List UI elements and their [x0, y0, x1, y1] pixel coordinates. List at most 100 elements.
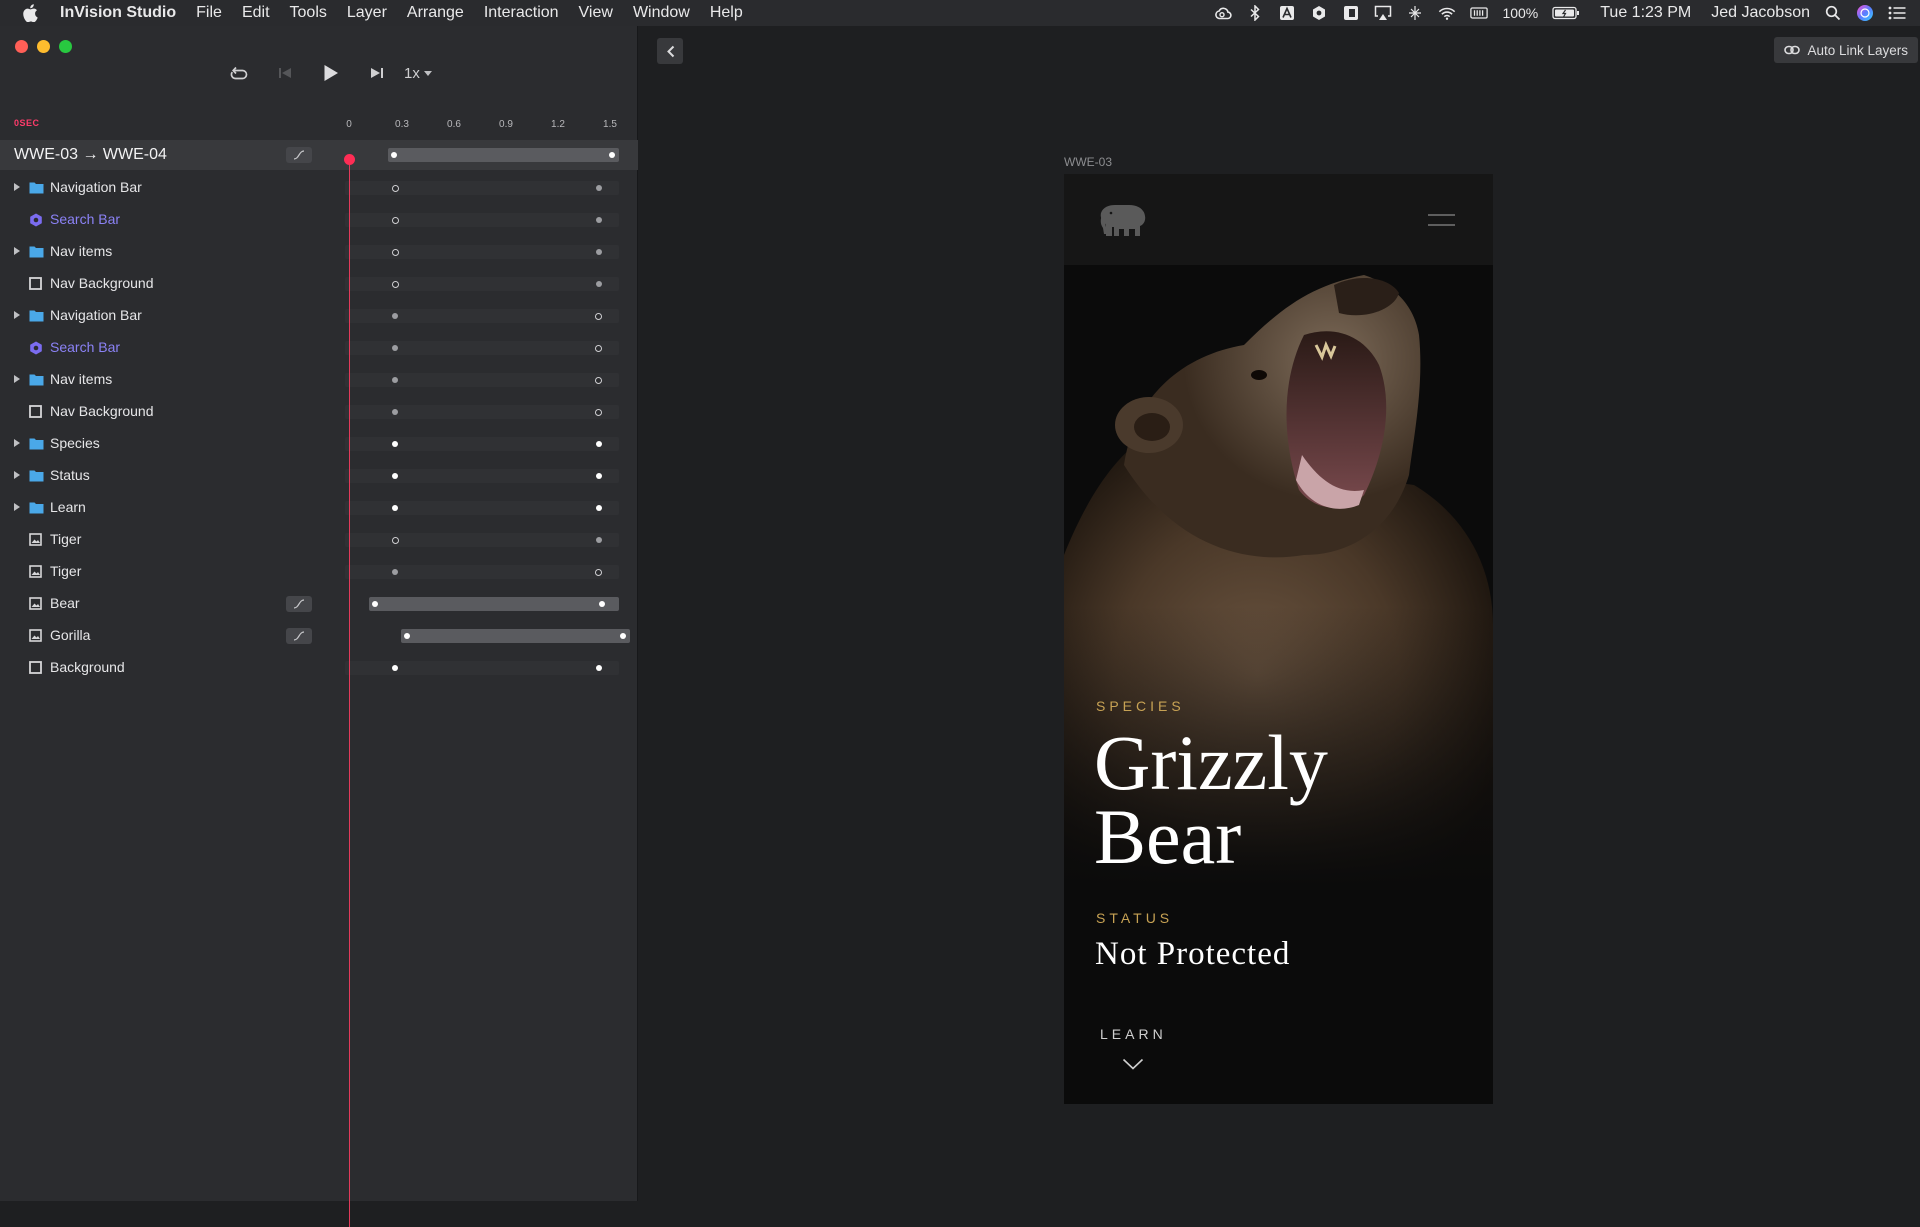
menu-view[interactable]: View	[569, 4, 623, 22]
layer-animation-track[interactable]	[345, 309, 619, 323]
keyframe-start[interactable]	[372, 601, 378, 607]
transition-duration-bar[interactable]	[388, 148, 619, 162]
wifi-icon[interactable]	[1438, 5, 1456, 21]
siri-icon[interactable]	[1856, 5, 1874, 21]
keyframe-start[interactable]	[392, 441, 398, 447]
easing-curve-button[interactable]	[286, 596, 312, 612]
keyframe-start[interactable]	[391, 152, 397, 158]
keyframe-end[interactable]	[596, 281, 602, 287]
auto-link-layers-button[interactable]: Auto Link Layers	[1774, 37, 1918, 63]
collapse-panel-button[interactable]	[657, 38, 683, 64]
disclosure-triangle-icon[interactable]	[14, 247, 20, 255]
transition-header[interactable]: WWE-03 → WWE-04	[0, 140, 638, 170]
keyframe-start[interactable]	[392, 409, 398, 415]
layer-row[interactable]: Learn	[0, 492, 345, 524]
zoom-window-button[interactable]	[59, 40, 72, 53]
layer-row[interactable]: Tiger	[0, 556, 345, 588]
layer-row[interactable]: Search Bar	[0, 332, 345, 364]
skip-forward-button[interactable]	[354, 62, 400, 84]
keyframe-end[interactable]	[596, 185, 602, 191]
apple-menu-icon[interactable]	[0, 4, 60, 22]
keyframe-start[interactable]	[392, 313, 398, 319]
layer-animation-track[interactable]	[345, 373, 619, 387]
layer-row[interactable]: Nav items	[0, 364, 345, 396]
layer-row[interactable]: Navigation Bar	[0, 300, 345, 332]
artboard-wwe-03[interactable]: SPECIES Grizzly Bear STATUS Not Protecte…	[1064, 174, 1493, 1104]
minimize-window-button[interactable]	[37, 40, 50, 53]
layer-animation-track[interactable]	[345, 501, 619, 515]
layer-animation-track[interactable]	[345, 565, 619, 579]
close-window-button[interactable]	[15, 40, 28, 53]
adobe-icon[interactable]	[1278, 5, 1296, 21]
layer-animation-track[interactable]	[369, 597, 619, 611]
keyframe-start[interactable]	[392, 184, 399, 192]
layer-row[interactable]: Nav Background	[0, 268, 345, 300]
skip-back-button[interactable]	[262, 62, 308, 84]
keyframe-start[interactable]	[392, 569, 398, 575]
notification-center-icon[interactable]	[1888, 5, 1906, 21]
layer-animation-track[interactable]	[345, 469, 619, 483]
loop-button[interactable]	[216, 62, 262, 84]
layer-animation-track[interactable]	[345, 341, 619, 355]
playhead-handle[interactable]	[344, 154, 355, 165]
menu-interaction[interactable]: Interaction	[474, 4, 569, 22]
disclosure-triangle-icon[interactable]	[14, 439, 20, 447]
keyframe-start[interactable]	[392, 665, 398, 671]
menu-tools[interactable]: Tools	[280, 4, 337, 22]
playhead-line[interactable]	[349, 158, 350, 1227]
easing-curve-button[interactable]	[286, 147, 312, 163]
layer-animation-track[interactable]	[345, 245, 619, 259]
keyframe-end[interactable]	[620, 633, 626, 639]
user-name[interactable]: Jed Jacobson	[1711, 4, 1810, 22]
keyframe-start[interactable]	[392, 345, 398, 351]
layer-animation-track[interactable]	[345, 661, 619, 675]
keyframe-end[interactable]	[596, 665, 602, 671]
layer-animation-track[interactable]	[345, 213, 619, 227]
layer-row[interactable]: Nav Background	[0, 396, 345, 428]
menu-window[interactable]: Window	[623, 4, 700, 22]
menu-edit[interactable]: Edit	[232, 4, 280, 22]
network-icon[interactable]	[1406, 5, 1424, 21]
keyframe-end[interactable]	[596, 249, 602, 255]
disclosure-triangle-icon[interactable]	[14, 183, 20, 191]
layer-row[interactable]: Navigation Bar	[0, 172, 345, 204]
keyframe-end[interactable]	[596, 505, 602, 511]
layer-animation-track[interactable]	[345, 533, 619, 547]
layer-row[interactable]: Species	[0, 428, 345, 460]
disclosure-triangle-icon[interactable]	[14, 311, 20, 319]
keyframe-end[interactable]	[595, 568, 602, 576]
layer-row[interactable]: Nav items	[0, 236, 345, 268]
sync-icon[interactable]	[1310, 5, 1328, 21]
keyframe-end[interactable]	[596, 217, 602, 223]
layer-animation-track[interactable]	[345, 405, 619, 419]
keyframe-start[interactable]	[392, 505, 398, 511]
keyframe-start[interactable]	[392, 377, 398, 383]
keyframe-end[interactable]	[596, 537, 602, 543]
keyframe-end[interactable]	[595, 376, 602, 384]
keyframe-start[interactable]	[404, 633, 410, 639]
layer-animation-track[interactable]	[345, 181, 619, 195]
keyframe-start[interactable]	[392, 280, 399, 288]
keyframe-end[interactable]	[595, 408, 602, 416]
keyframe-start[interactable]	[392, 248, 399, 256]
keyframe-end[interactable]	[596, 441, 602, 447]
layer-animation-track[interactable]	[345, 277, 619, 291]
menu-arrange[interactable]: Arrange	[397, 4, 474, 22]
keyframe-start[interactable]	[392, 536, 399, 544]
layer-row[interactable]: Status	[0, 460, 345, 492]
menu-help[interactable]: Help	[700, 4, 753, 22]
keyframe-end[interactable]	[599, 601, 605, 607]
memory-icon[interactable]	[1470, 5, 1489, 21]
menu-file[interactable]: File	[186, 4, 232, 22]
disclosure-triangle-icon[interactable]	[14, 375, 20, 383]
battery-icon[interactable]	[1552, 5, 1580, 21]
monitor-app-icon[interactable]	[1342, 5, 1360, 21]
layer-row[interactable]: Background	[0, 652, 345, 684]
layer-animation-track[interactable]	[401, 629, 630, 643]
spotlight-search-icon[interactable]	[1824, 5, 1842, 21]
playback-speed-select[interactable]: 1x	[404, 65, 432, 82]
easing-curve-button[interactable]	[286, 628, 312, 644]
layer-row[interactable]: Search Bar	[0, 204, 345, 236]
creative-cloud-icon[interactable]	[1214, 5, 1233, 21]
disclosure-triangle-icon[interactable]	[14, 503, 20, 511]
